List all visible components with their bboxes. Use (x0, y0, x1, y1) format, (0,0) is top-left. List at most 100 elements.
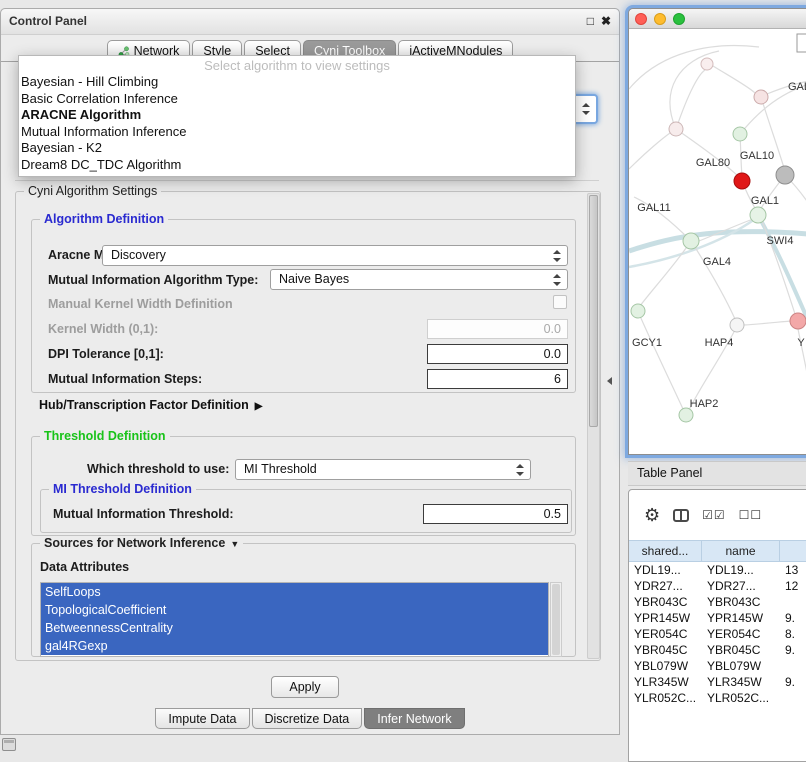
network-node[interactable] (631, 304, 645, 318)
float-window-icon[interactable]: □ (587, 9, 594, 34)
scrollbar-thumb[interactable] (589, 195, 598, 427)
table-cell: 13 (780, 562, 806, 578)
aracne-mode-select[interactable]: Discovery (102, 245, 568, 266)
data-attributes-list[interactable]: SelfLoopsTopologicalCoefficientBetweenne… (40, 582, 549, 657)
table-row[interactable]: YER054CYER054C8. (629, 626, 806, 642)
aracne-mode-value: Discovery (111, 248, 166, 262)
control-panel-titlebar[interactable]: Control Panel □ ✖ (1, 9, 619, 35)
dropdown-placeholder: Select algorithm to view settings (19, 57, 575, 74)
network-node[interactable] (734, 173, 750, 189)
node-label: GAL80 (696, 157, 730, 169)
network-node[interactable] (730, 318, 744, 332)
kernel-width-field[interactable]: 0.0 (427, 319, 568, 339)
which-threshold-select[interactable]: MI Threshold (235, 459, 531, 480)
node-label: Y (797, 337, 805, 349)
close-icon[interactable]: ✖ (601, 9, 611, 34)
table-cell: YLR052C... (629, 690, 702, 706)
mi-threshold-group: MI Threshold Definition Mutual Informati… (40, 489, 572, 533)
attribute-item[interactable]: TopologicalCoefficient (41, 601, 548, 619)
select-all-columns-icon[interactable]: ☑☑ (702, 508, 726, 522)
bottom-tab-impute-data[interactable]: Impute Data (155, 708, 249, 729)
table-cell: YBR043C (702, 594, 780, 610)
attribute-item[interactable]: gal4RGexp (41, 637, 548, 655)
table-cell: YDL19... (702, 562, 780, 578)
column-header[interactable] (780, 541, 806, 561)
mi-threshold-label: Mutual Information Threshold: (53, 507, 234, 522)
window-title: Control Panel (9, 14, 87, 28)
algorithm-dropdown-list[interactable]: Select algorithm to view settingsBayesia… (18, 55, 576, 177)
algorithm-option[interactable]: ARACNE Algorithm (19, 107, 575, 124)
table-cell (780, 594, 806, 610)
table-cell: YDL19... (629, 562, 702, 578)
attribute-item[interactable]: SelfLoops (41, 583, 548, 601)
table-row[interactable]: YLR052C...YLR052C... (629, 690, 806, 706)
node-label: GAL1 (751, 195, 779, 207)
network-node[interactable] (790, 313, 806, 329)
attributes-list-scrollbar[interactable] (550, 582, 562, 657)
algorithm-option[interactable]: Bayesian - K2 (19, 140, 575, 157)
table-body: YDL19...YDL19...13YDR27...YDR27...12YBR0… (629, 562, 806, 706)
table-settings-gear-icon[interactable]: ⚙ (644, 506, 660, 524)
table-row[interactable]: YBL079WYBL079W (629, 658, 806, 674)
node-label: GAL11 (637, 202, 670, 214)
network-window-titlebar[interactable] (629, 9, 806, 29)
dpi-tolerance-label: DPI Tolerance [0,1]: (48, 347, 164, 362)
network-node[interactable] (750, 207, 766, 223)
settings-scrollbar[interactable] (587, 193, 600, 659)
network-node[interactable] (679, 408, 693, 422)
table-row[interactable]: YDR27...YDR27...12 (629, 578, 806, 594)
network-node[interactable] (669, 122, 683, 136)
table-cell (780, 690, 806, 706)
docked-panel-icon[interactable] (2, 738, 16, 751)
sources-group-title[interactable]: Sources for Network Inference▼ (40, 536, 243, 550)
hidden-group-border (15, 180, 599, 181)
network-node[interactable] (776, 166, 794, 184)
algorithm-option[interactable]: Basic Correlation Inference (19, 91, 575, 108)
network-node[interactable] (701, 58, 713, 70)
table-cell: YLR052C... (702, 690, 780, 706)
hub-definition-toggle[interactable]: Hub/Transcription Factor Definition ▶ (39, 398, 262, 412)
apply-button[interactable]: Apply (271, 676, 339, 698)
hub-definition-label: Hub/Transcription Factor Definition (39, 398, 249, 412)
mi-type-select[interactable]: Naive Bayes (270, 269, 568, 290)
column-header[interactable]: name (702, 541, 780, 561)
attribute-item[interactable]: BetweennessCentrality (41, 619, 548, 637)
table-panel-header-bar[interactable]: Table Panel (628, 461, 806, 486)
network-node[interactable] (754, 90, 768, 104)
table-row[interactable]: YBR045CYBR045C9. (629, 642, 806, 658)
bottom-tab-infer-network[interactable]: Infer Network (364, 708, 464, 729)
mi-steps-field[interactable]: 6 (427, 369, 568, 389)
expand-right-icon: ▶ (255, 401, 263, 412)
table-row[interactable]: YBR043CYBR043C (629, 594, 806, 610)
combo-arrows-icon (553, 250, 562, 262)
table-row[interactable]: YPR145WYPR145W9. (629, 610, 806, 626)
mi-threshold-field[interactable]: 0.5 (423, 504, 568, 524)
dpi-tolerance-field[interactable]: 0.0 (427, 344, 568, 364)
algorithm-option[interactable]: Bayesian - Hill Climbing (19, 74, 575, 91)
zoom-traffic-light-icon[interactable] (673, 13, 685, 25)
sources-group: Sources for Network Inference▼ Data Attr… (31, 543, 576, 657)
minimize-traffic-light-icon[interactable] (654, 13, 666, 25)
table-row[interactable]: YLR345WYLR345W9. (629, 674, 806, 690)
table-cell: 9. (780, 610, 806, 626)
network-node[interactable] (733, 127, 747, 141)
show-columns-icon[interactable] (673, 509, 689, 522)
settings-group-title: Cyni Algorithm Settings (24, 184, 161, 198)
table-cell: YBR045C (702, 642, 780, 658)
table-row[interactable]: YDL19...YDL19...13 (629, 562, 806, 578)
table-cell: YPR145W (702, 610, 780, 626)
algorithm-option[interactable]: Mutual Information Inference (19, 124, 575, 141)
algorithm-option[interactable]: Dream8 DC_TDC Algorithm (19, 157, 575, 174)
birdseye-overview-box[interactable] (797, 34, 806, 52)
table-cell: YBL079W (702, 658, 780, 674)
unselect-all-columns-icon[interactable]: ☐☐ (739, 508, 763, 522)
scrollbar-thumb[interactable] (552, 584, 560, 655)
manual-kernel-checkbox[interactable] (553, 295, 567, 309)
network-node[interactable] (683, 233, 699, 249)
column-header[interactable]: shared... (629, 541, 702, 561)
network-canvas[interactable]: GALGAL80GAL10GAL11GAL1SWI4GAL4GCY1HAP4HA… (629, 29, 806, 454)
panel-collapse-arrow-icon[interactable] (607, 377, 612, 385)
combo-arrows-icon (553, 274, 562, 286)
close-traffic-light-icon[interactable] (635, 13, 647, 25)
bottom-tab-discretize-data[interactable]: Discretize Data (252, 708, 363, 729)
